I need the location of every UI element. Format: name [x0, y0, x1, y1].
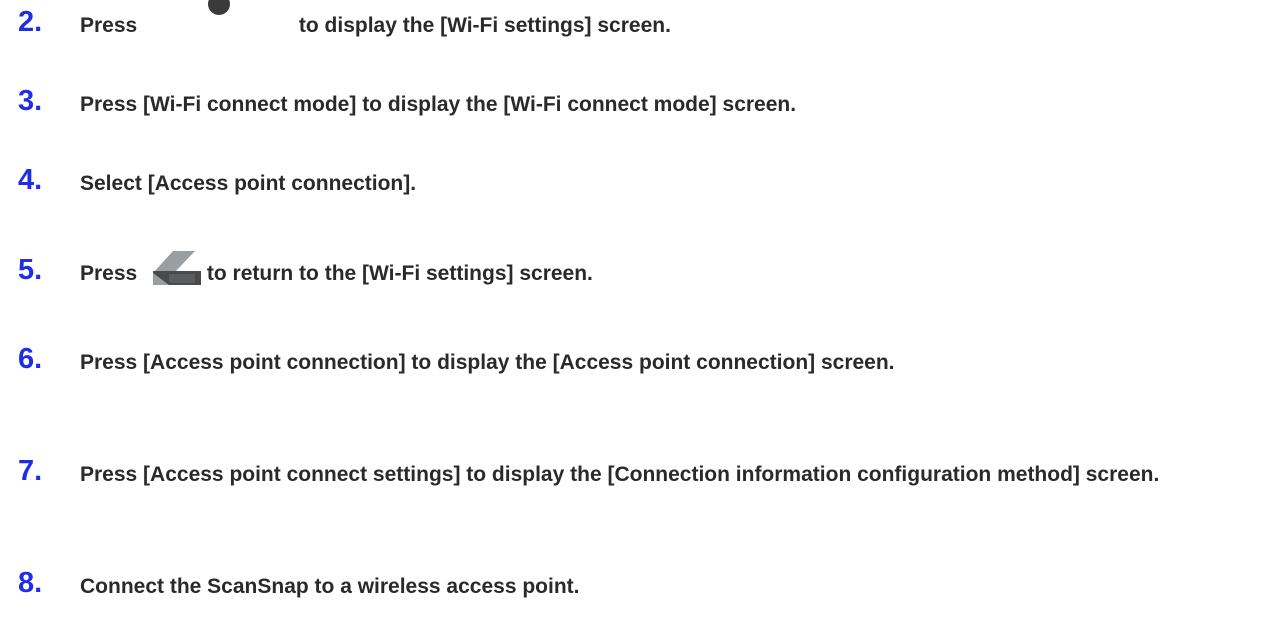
step-text: Press [Access point connect settings] to… — [80, 463, 1160, 486]
step-number: 7. — [18, 455, 43, 487]
step-text: Press [Access point connection] to displ… — [80, 351, 895, 374]
step-text: Press [Wi-Fi connect mode] to display th… — [80, 93, 797, 116]
back-arrow-icon — [143, 249, 202, 296]
step-number: 2. — [18, 6, 43, 38]
step-text-before: Press — [80, 262, 144, 285]
step-text: Select [Access point connection]. — [80, 172, 417, 195]
step-text: Press to display the [Wi-Fi settings] sc… — [80, 0, 1250, 43]
step-text: Connect the ScanSnap to a wireless acces… — [80, 575, 580, 598]
step-text-after: to return to the [Wi-Fi settings] screen… — [201, 262, 593, 285]
step-text-after: to display the [Wi-Fi settings] screen. — [293, 14, 671, 37]
step-number: 3. — [18, 85, 43, 117]
step-number: 5. — [18, 254, 43, 286]
step-text: Press to return to the [Wi-Fi settings] … — [80, 249, 1250, 296]
step-number: 6. — [18, 343, 43, 375]
step-number: 4. — [18, 164, 43, 196]
home-circle-icon — [143, 0, 293, 41]
step-number: 8. — [18, 567, 43, 599]
step-text-before: Press — [80, 14, 144, 37]
